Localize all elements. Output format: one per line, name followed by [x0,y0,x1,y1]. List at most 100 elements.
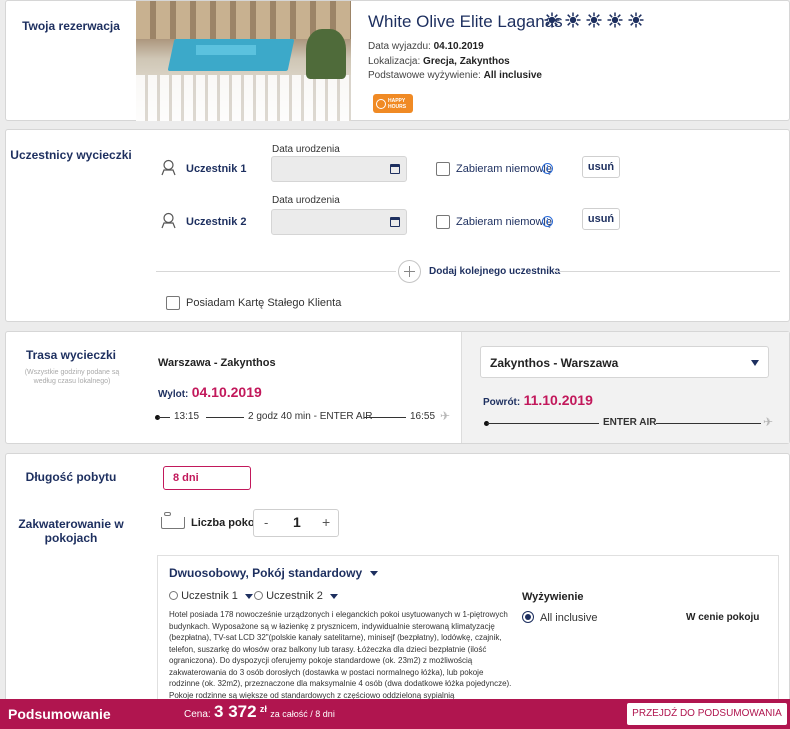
hotel-photo [136,1,351,121]
outbound-duration: 2 godz 40 min - ENTER AIR [248,411,373,422]
price-value: 3 372 [214,702,257,721]
timeline-line [656,423,761,424]
infant-label[interactable]: Zabieram niemowlę [456,163,552,175]
infant-checkbox[interactable] [436,162,450,176]
dropdown-arrow-icon [370,571,379,577]
return-panel: Zakynthos - Warszawa Powrót: 11.10.2019 … [461,332,789,443]
summary-bar: Podsumowanie Cena: 3 372 zł za całość / … [0,699,790,729]
summary-price: Cena: 3 372 zł za całość / 8 dni [184,702,335,722]
clock-icon [376,98,386,109]
timeline-line [206,417,244,418]
plane-icon: ✈ [763,415,774,429]
participants-card: Uczestnicy wycieczki Uczestnik 1 Data ur… [5,129,790,322]
remove-participant-button[interactable]: usuń [582,208,620,230]
add-participant-button[interactable] [398,260,421,283]
outbound-route: Warszawa - Zakynthos [158,357,276,369]
board-label: Podstawowe wyżywienie: [368,70,481,81]
user-icon [161,159,176,176]
price-label: Cena: [184,709,211,720]
sun-rating-icon [607,12,623,28]
hotel-name[interactable]: White Olive Elite Laganas [368,12,563,32]
rooms-label: Liczba pokoi [191,517,258,529]
add-divider-right [554,271,780,272]
infant-label[interactable]: Zabieram niemowlę [456,216,552,228]
dropdown-arrow-icon [329,593,338,599]
return-date-value: 11.10.2019 [523,392,593,408]
departure-value: 04.10.2019 [433,41,484,52]
sun-rating-icon [628,12,644,28]
outbound-date-value: 04.10.2019 [191,384,262,400]
room-participant[interactable]: Uczestnik 2 [254,590,338,602]
participant-name: Uczestnik 2 [186,216,247,228]
bed-icon [161,512,185,529]
departure-label: Data wyjazdu: [368,41,431,52]
outbound-dep-time: 13:15 [174,411,200,422]
outbound-date: Wylot: 04.10.2019 [158,384,262,400]
outbound-date-label: Wylot: [158,389,189,400]
loyalty-card-checkbox[interactable] [166,296,180,310]
stay-card: Długość pobytu 8 dni Zakwaterowanie w po… [5,453,790,703]
info-icon[interactable]: i [542,163,553,174]
meal-option-radio[interactable] [522,611,534,623]
return-date: Powrót: 11.10.2019 [483,392,593,408]
return-route-select[interactable]: Zakynthos - Warszawa [480,346,769,378]
go-to-summary-button[interactable]: PRZEJDŹ DO PODSUMOWANIA [627,703,787,725]
birthdate-input[interactable] [271,156,407,182]
add-divider-left [156,271,396,272]
happy-hours-badge: HAPPY HOURS [373,94,413,113]
location-label: Lokalizacja: [368,56,421,67]
birthdate-label: Data urodzenia [272,195,340,206]
room-type: Dwuosobowy, Pokój standardowy [169,566,363,580]
outbound-panel: Warszawa - Zakynthos Wylot: 04.10.2019 1… [136,332,461,443]
rooms-decrement-button[interactable]: - [264,515,268,530]
sun-rating-icon [544,12,560,28]
stay-length-select[interactable]: 8 dni [163,466,251,490]
timeline-line [364,417,406,418]
meal-title: Wyżywienie [522,591,584,603]
add-participant-label[interactable]: Dodaj kolejnego uczestnika [429,266,560,277]
participants-section-label: Uczestnicy wycieczki [10,148,132,162]
price-note: za całość / 8 dni [270,709,335,719]
reservation-card: Twoja rezerwacja White Olive Elite Lagan… [5,0,790,121]
room-description: Hotel posiada 178 nowocześnie urządzonyc… [169,610,512,700]
departure-info: Data wyjazdu: 04.10.2019 [368,41,484,52]
route-card: Trasa wycieczki (Wszystkie godziny podan… [5,331,790,444]
return-carrier: ENTER AIR [603,417,657,428]
room-panel: Dwuosobowy, Pokój standardowy Uczestnik … [157,555,779,703]
route-section-note: (Wszystkie godziny podane są według czas… [24,369,120,385]
location-info: Lokalizacja: Grecja, Zakynthos [368,56,510,67]
timeline-line [158,417,170,418]
badge-line-2: HOURS [388,103,407,110]
loyalty-card-label[interactable]: Posiadam Kartę Stałego Klienta [186,297,341,309]
timeline-line [487,423,599,424]
room-participant[interactable]: Uczestnik 1 [169,590,253,602]
room-participant-name: Uczestnik 1 [181,590,238,602]
rooms-count[interactable]: 1 [293,514,301,530]
calendar-icon[interactable] [390,164,400,174]
return-date-label: Powrót: [483,397,521,408]
room-type-select[interactable]: Dwuosobowy, Pokój standardowy [169,566,379,580]
infant-checkbox[interactable] [436,215,450,229]
board-info: Podstawowe wyżywienie: All inclusive [368,70,542,81]
calendar-icon[interactable] [390,217,400,227]
hotel-rating-stars [544,12,644,30]
accommodation-label: Zakwaterowanie w pokojach [18,517,124,545]
board-value: All inclusive [483,70,542,81]
outbound-arr-time: 16:55 [410,411,436,422]
user-icon [254,591,263,600]
summary-title: Podsumowanie [8,706,111,722]
plane-icon: ✈ [440,409,451,423]
birthdate-label: Data urodzenia [272,144,340,155]
meal-option-label[interactable]: All inclusive [540,612,597,624]
price-currency: zł [259,704,267,714]
reservation-section-label: Twoja rezerwacja [22,19,120,33]
rooms-increment-button[interactable]: + [322,514,330,530]
remove-participant-button[interactable]: usuń [582,156,620,178]
route-section-label: Trasa wycieczki [25,348,117,362]
location-value: Grecja, Zakynthos [423,56,510,67]
sun-rating-icon [565,12,581,28]
birthdate-input[interactable] [271,209,407,235]
stay-length-label: Długość pobytu [25,470,117,484]
info-icon[interactable]: i [542,216,553,227]
rooms-stepper: - 1 + [253,509,339,537]
